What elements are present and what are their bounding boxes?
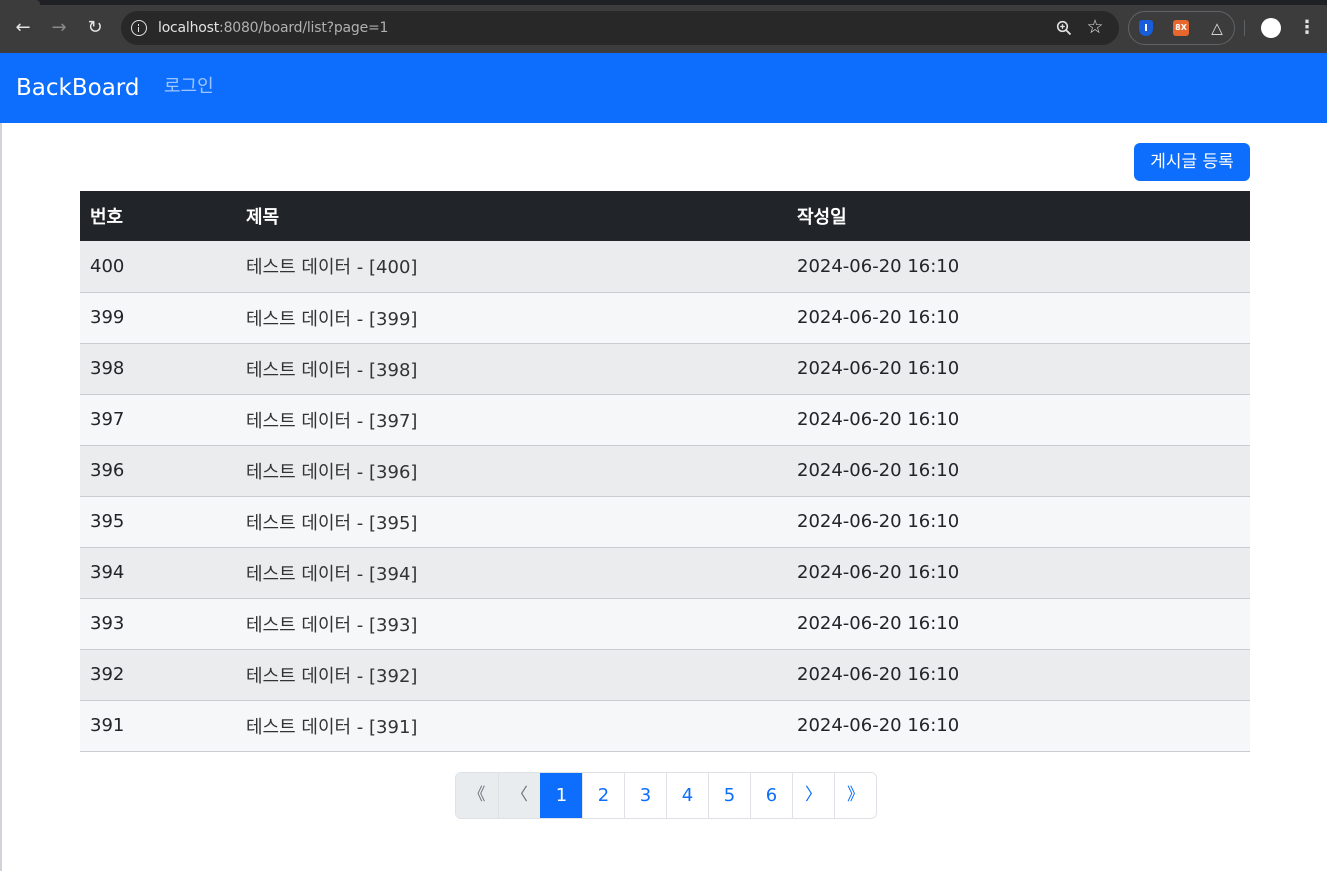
row-num: 395 [80, 496, 236, 548]
row-title-link[interactable]: 테스트 데이터 - [391] [236, 700, 787, 752]
bitwarden-extension-icon[interactable] [1139, 20, 1153, 36]
row-date: 2024-06-20 16:10 [787, 241, 1250, 293]
page-button-5[interactable]: 5 [708, 773, 750, 818]
row-title-link[interactable]: 테스트 데이터 - [399] [236, 292, 787, 344]
row-date: 2024-06-20 16:10 [787, 292, 1250, 344]
table-row: 393 테스트 데이터 - [393] 2024-06-20 16:10 [80, 598, 1250, 650]
forward-icon[interactable]: → [47, 16, 71, 40]
table-row: 396 테스트 데이터 - [396] 2024-06-20 16:10 [80, 445, 1250, 497]
table-row: 395 테스트 데이터 - [395] 2024-06-20 16:10 [80, 496, 1250, 548]
row-date: 2024-06-20 16:10 [787, 496, 1250, 548]
extensions-group: 8X △ [1128, 11, 1235, 45]
back-icon[interactable]: ← [11, 16, 35, 40]
extensions-puzzle-icon[interactable]: △ [1207, 18, 1227, 38]
last-page-button[interactable]: 》 [834, 773, 876, 818]
bookmark-star-icon[interactable]: ☆ [1084, 16, 1106, 38]
row-title-link[interactable]: 테스트 데이터 - [397] [236, 394, 787, 446]
address-bar[interactable]: localhost:8080/board/list?page=1 ☆ [121, 11, 1119, 45]
row-date: 2024-06-20 16:10 [787, 649, 1250, 701]
login-link[interactable]: 로그인 [164, 53, 214, 121]
header-num: 번호 [80, 191, 236, 241]
window-edge [0, 123, 2, 871]
next-page-button[interactable]: 〉 [792, 773, 834, 818]
row-num: 400 [80, 241, 236, 293]
table-row: 391 테스트 데이터 - [391] 2024-06-20 16:10 [80, 700, 1250, 752]
active-tab[interactable] [0, 0, 40, 5]
site-info-icon[interactable] [131, 20, 147, 36]
row-num: 393 [80, 598, 236, 650]
page-button-3[interactable]: 3 [624, 773, 666, 818]
board-table: 번호 제목 작성일 400 테스트 데이터 - [400] 2024-06-20… [80, 191, 1250, 752]
row-num: 398 [80, 343, 236, 395]
row-date: 2024-06-20 16:10 [787, 700, 1250, 752]
app-navbar: BackBoard 로그인 [0, 53, 1327, 123]
table-row: 400 테스트 데이터 - [400] 2024-06-20 16:10 [80, 241, 1250, 293]
header-title: 제목 [236, 191, 787, 241]
row-title-link[interactable]: 테스트 데이터 - [400] [236, 241, 787, 293]
url-text[interactable]: localhost:8080/board/list?page=1 [158, 11, 388, 45]
row-num: 394 [80, 547, 236, 599]
page-button-1[interactable]: 1 [540, 773, 582, 818]
row-date: 2024-06-20 16:10 [787, 394, 1250, 446]
table-row: 398 테스트 데이터 - [398] 2024-06-20 16:10 [80, 343, 1250, 395]
browser-menu-icon[interactable]: ⋮ [1298, 16, 1316, 40]
row-num: 397 [80, 394, 236, 446]
row-num: 392 [80, 649, 236, 701]
first-page-button[interactable]: 《 [456, 773, 498, 818]
header-date: 작성일 [787, 191, 1250, 241]
page-button-6[interactable]: 6 [750, 773, 792, 818]
row-title-link[interactable]: 테스트 데이터 - [392] [236, 649, 787, 701]
url-host: localhost [158, 20, 220, 36]
zoom-icon[interactable] [1056, 20, 1072, 36]
reload-icon[interactable]: ↻ [83, 16, 107, 40]
row-title-link[interactable]: 테스트 데이터 - [398] [236, 343, 787, 395]
orange-extension-icon[interactable]: 8X [1173, 20, 1189, 36]
pagination: 《 〈 1 2 3 4 5 6 〉 》 [455, 772, 877, 819]
url-path: :8080/board/list?page=1 [219, 20, 389, 36]
row-date: 2024-06-20 16:10 [787, 598, 1250, 650]
table-row: 397 테스트 데이터 - [397] 2024-06-20 16:10 [80, 394, 1250, 446]
row-title-link[interactable]: 테스트 데이터 - [393] [236, 598, 787, 650]
profile-avatar[interactable] [1261, 18, 1281, 38]
row-title-link[interactable]: 테스트 데이터 - [394] [236, 547, 787, 599]
row-date: 2024-06-20 16:10 [787, 445, 1250, 497]
browser-toolbar: ← → ↻ localhost:8080/board/list?page=1 ☆… [0, 0, 1327, 53]
page-button-2[interactable]: 2 [582, 773, 624, 818]
table-row: 394 테스트 데이터 - [394] 2024-06-20 16:10 [80, 547, 1250, 599]
row-num: 399 [80, 292, 236, 344]
row-title-link[interactable]: 테스트 데이터 - [395] [236, 496, 787, 548]
row-num: 396 [80, 445, 236, 497]
page-button-4[interactable]: 4 [666, 773, 708, 818]
brand-link[interactable]: BackBoard [16, 53, 139, 123]
register-post-button[interactable]: 게시글 등록 [1134, 143, 1250, 181]
table-row: 399 테스트 데이터 - [399] 2024-06-20 16:10 [80, 292, 1250, 344]
tab-strip [0, 0, 1327, 5]
table-row: 392 테스트 데이터 - [392] 2024-06-20 16:10 [80, 649, 1250, 701]
row-num: 391 [80, 700, 236, 752]
toolbar-divider [1244, 20, 1245, 36]
table-header-row: 번호 제목 작성일 [80, 191, 1250, 241]
row-date: 2024-06-20 16:10 [787, 343, 1250, 395]
prev-page-button[interactable]: 〈 [498, 773, 540, 818]
row-title-link[interactable]: 테스트 데이터 - [396] [236, 445, 787, 497]
row-date: 2024-06-20 16:10 [787, 547, 1250, 599]
